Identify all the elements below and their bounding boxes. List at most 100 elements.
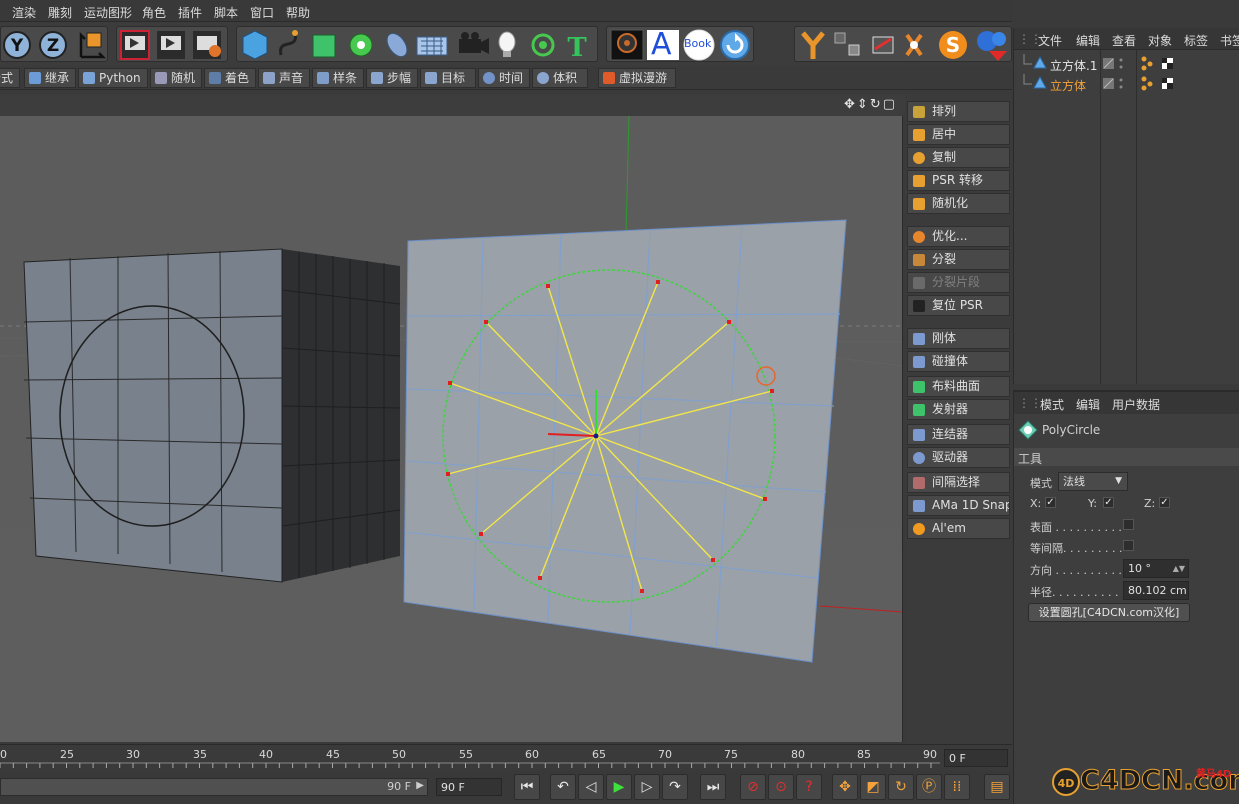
- range-slider[interactable]: 90 F ▶: [0, 778, 428, 796]
- next-frame-icon[interactable]: ▷: [634, 774, 660, 800]
- previous-frame-icon[interactable]: ◁: [578, 774, 604, 800]
- cmd-duplicate[interactable]: 复制: [907, 147, 1010, 168]
- spline-pen-icon[interactable]: [274, 27, 308, 61]
- om-menu-bookmarks[interactable]: 书签: [1220, 32, 1239, 49]
- book-plugin-icon[interactable]: [680, 27, 714, 61]
- camera-icon[interactable]: [454, 27, 488, 61]
- cmd-interval-select[interactable]: 间隔选择: [907, 472, 1010, 493]
- cmd-ama-1d-snap[interactable]: AMa 1D Snap: [907, 495, 1010, 516]
- plugin-spline[interactable]: 样条: [312, 68, 364, 88]
- floor-icon[interactable]: [418, 27, 452, 61]
- render-picture-viewer-icon[interactable]: [154, 27, 188, 61]
- snap-grid-icon[interactable]: [832, 27, 866, 61]
- y-checkbox[interactable]: ✓: [1103, 497, 1114, 508]
- refresh-icon[interactable]: [716, 27, 750, 61]
- viewport-nav-icons[interactable]: ✥⇕↻▢: [844, 97, 897, 112]
- play-icon[interactable]: ▶: [606, 774, 632, 800]
- cmd-optimize[interactable]: 优化...: [907, 226, 1010, 247]
- cmd-connector[interactable]: 连结器: [907, 424, 1010, 445]
- position-key-icon[interactable]: ✥: [832, 774, 858, 800]
- plugin-random[interactable]: 随机: [150, 68, 202, 88]
- lock-z-axis-icon[interactable]: [36, 27, 68, 61]
- mograph-effector-icon[interactable]: [526, 27, 560, 61]
- plugin-formula[interactable]: 公式: [0, 68, 20, 88]
- record-keyframe-icon[interactable]: ⊘: [740, 774, 766, 800]
- cmd-alem[interactable]: Al'em: [907, 518, 1010, 539]
- rotation-key-icon[interactable]: ↻: [888, 774, 914, 800]
- plugin-sound[interactable]: 声音: [258, 68, 310, 88]
- text-tool-icon[interactable]: [562, 27, 596, 61]
- object-name[interactable]: 立方体: [1050, 77, 1086, 94]
- menu-render[interactable]: 渲染: [12, 4, 36, 21]
- plugin-shader[interactable]: 着色: [204, 68, 256, 88]
- deformer-icon[interactable]: [382, 27, 416, 61]
- menu-plugins[interactable]: 插件: [178, 4, 202, 21]
- cmd-driver[interactable]: 驱动器: [907, 447, 1010, 468]
- point-level-icon[interactable]: ⁞⁞: [944, 774, 970, 800]
- menu-character[interactable]: 角色: [142, 4, 166, 21]
- plugin-inherit[interactable]: 继承: [24, 68, 76, 88]
- end-frame-field[interactable]: 90 F: [436, 778, 502, 796]
- knife-icon[interactable]: [868, 27, 902, 61]
- light-icon[interactable]: [490, 27, 524, 61]
- om-menu-tags[interactable]: 标签: [1184, 32, 1208, 49]
- plugin-target[interactable]: 目标: [420, 68, 476, 88]
- x-checkbox[interactable]: ✓: [1045, 497, 1056, 508]
- set-hole-button[interactable]: 设置圆孔[C4DCN.com汉化]: [1028, 603, 1190, 622]
- plugin-walkthrough[interactable]: 虚拟漫游: [598, 68, 676, 88]
- autokey-icon[interactable]: ⊙: [768, 774, 794, 800]
- menu-mograph[interactable]: 运动图形: [84, 4, 132, 21]
- cmd-arrange[interactable]: 排列: [907, 101, 1010, 122]
- subdivision-surface-icon[interactable]: [310, 27, 344, 61]
- render-view-icon[interactable]: [118, 27, 152, 61]
- keyframe-selection-icon[interactable]: ?: [796, 774, 822, 800]
- cmd-emitter[interactable]: 发射器: [907, 399, 1010, 420]
- plugin-step[interactable]: 步幅: [366, 68, 418, 88]
- plugin-python[interactable]: Python: [78, 68, 148, 88]
- menu-script[interactable]: 脚本: [214, 4, 238, 21]
- current-frame-field[interactable]: 0 F: [944, 749, 1008, 767]
- object-row-cube-1[interactable]: 立方体.1: [1014, 54, 1239, 74]
- mode-dropdown[interactable]: 法线 ▼: [1058, 472, 1128, 491]
- plugin-time[interactable]: 时间: [478, 68, 530, 88]
- object-row-cube[interactable]: 立方体: [1014, 74, 1239, 94]
- surface-checkbox[interactable]: [1123, 519, 1134, 530]
- parameter-key-icon[interactable]: Ⓟ: [916, 774, 942, 800]
- object-name[interactable]: 立方体.1: [1050, 57, 1097, 74]
- previous-key-icon[interactable]: ↶: [550, 774, 576, 800]
- am-menu-mode[interactable]: 模式: [1040, 396, 1064, 413]
- direction-field[interactable]: 10 ° ▲▼: [1123, 559, 1189, 578]
- spinner-icon[interactable]: ▲▼: [1173, 560, 1185, 577]
- cmd-psr-transfer[interactable]: PSR 转移: [907, 170, 1010, 191]
- scatter-icon[interactable]: [904, 27, 938, 61]
- range-handle-icon[interactable]: ▶: [416, 780, 424, 791]
- z-checkbox[interactable]: ✓: [1159, 497, 1170, 508]
- om-menu-view[interactable]: 查看: [1112, 32, 1136, 49]
- cmd-collider[interactable]: 碰撞体: [907, 351, 1010, 372]
- render-settings-icon[interactable]: [190, 27, 224, 61]
- cube-object-icon[interactable]: [238, 27, 272, 61]
- cmd-split[interactable]: 分裂: [907, 249, 1010, 270]
- cmd-randomize[interactable]: 随机化: [907, 193, 1010, 214]
- camera-morph-icon[interactable]: [608, 27, 642, 61]
- am-menu-edit[interactable]: 编辑: [1076, 396, 1100, 413]
- om-menu-object[interactable]: 对象: [1148, 32, 1172, 49]
- symmetry-y-icon[interactable]: [796, 27, 830, 61]
- drop-object-icon[interactable]: [976, 27, 1010, 61]
- next-key-icon[interactable]: ↷: [662, 774, 688, 800]
- lock-y-axis-icon[interactable]: [0, 27, 32, 61]
- timeline-ruler[interactable]: 0 25 30 35 40 45 50 55 60 65 70 75 80 85…: [0, 744, 1012, 770]
- equal-spacing-checkbox[interactable]: [1123, 540, 1134, 551]
- s-plugin-icon[interactable]: [940, 27, 974, 61]
- cmd-cloth-surface[interactable]: 布料曲面: [907, 376, 1010, 397]
- cmd-reset-psr[interactable]: 复位 PSR: [907, 295, 1010, 316]
- om-menu-edit[interactable]: 编辑: [1076, 32, 1100, 49]
- cloner-icon[interactable]: [346, 27, 380, 61]
- text-object-icon[interactable]: [644, 27, 678, 61]
- menu-sculpt[interactable]: 雕刻: [48, 4, 72, 21]
- world-coordinate-icon[interactable]: [72, 27, 106, 61]
- timeline-window-icon[interactable]: ▤: [984, 774, 1010, 800]
- 3d-viewport[interactable]: [0, 116, 903, 742]
- go-to-end-icon[interactable]: ⏭: [700, 774, 726, 800]
- am-menu-user-data[interactable]: 用户数据: [1112, 396, 1160, 413]
